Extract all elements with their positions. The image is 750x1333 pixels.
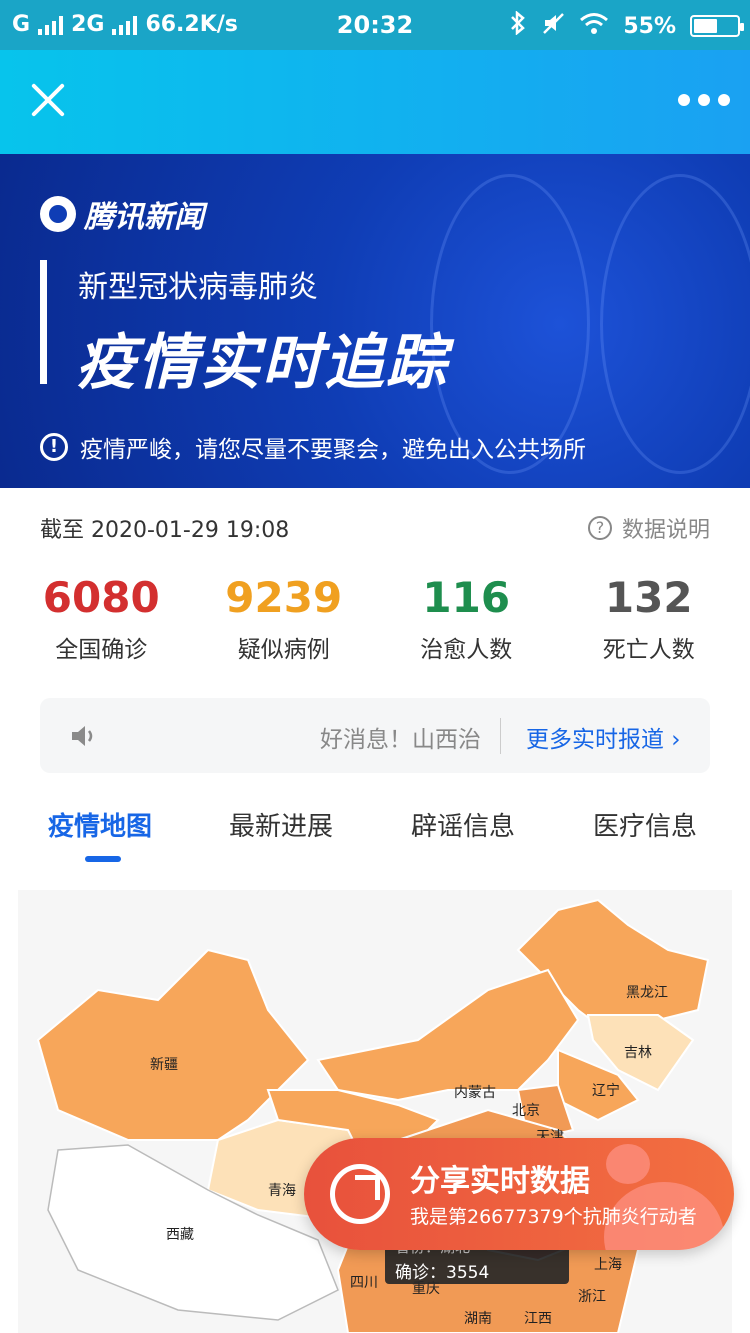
close-icon[interactable] bbox=[28, 80, 68, 120]
region-xinjiang bbox=[36, 948, 310, 1141]
banner-subtitle: 新型冠状病毒肺炎 bbox=[78, 270, 318, 305]
province-label[interactable]: 黑龙江 bbox=[626, 982, 668, 1002]
data-explanation-link[interactable]: ? 数据说明 bbox=[587, 512, 710, 544]
stat-value: 116 bbox=[422, 573, 511, 622]
share-data-button[interactable]: 分享实时数据 我是第26677379个抗肺炎行动者 bbox=[304, 1138, 734, 1250]
stat-value: 132 bbox=[604, 573, 693, 622]
stats-row: 6080 全国确诊 9239 疑似病例 116 治愈人数 132 死亡人数 bbox=[10, 574, 740, 664]
share-title: 分享实时数据 bbox=[410, 1164, 590, 1199]
province-label[interactable]: 北京 bbox=[512, 1100, 540, 1120]
logo-text: 腾讯新闻 bbox=[84, 200, 204, 235]
china-map-shapes bbox=[36, 898, 710, 1333]
battery-fill bbox=[694, 19, 718, 33]
data-explanation-label: 数据说明 bbox=[621, 518, 710, 543]
tencent-news-logo: 腾讯新闻 bbox=[40, 192, 204, 236]
share-subtitle: 我是第26677379个抗肺炎行动者 bbox=[410, 1206, 697, 1228]
tab-medical-info[interactable]: 医疗信息 bbox=[593, 806, 697, 843]
active-tab-indicator bbox=[85, 856, 121, 862]
tab-rumor-refutation[interactable]: 辟谣信息 bbox=[411, 806, 515, 843]
stat-suspected: 9239 疑似病例 bbox=[193, 574, 376, 664]
province-label[interactable]: 上海 bbox=[594, 1254, 622, 1274]
data-timestamp: 截至 2020-01-29 19:08 bbox=[40, 518, 290, 543]
warning-text: 疫情严峻，请您尽量不要聚会，避免出入公共场所 bbox=[80, 437, 586, 463]
province-label[interactable]: 辽宁 bbox=[592, 1080, 620, 1100]
battery-percent: 55% bbox=[623, 13, 676, 39]
hero-banner: 腾讯新闻 新型冠状病毒肺炎 疫情实时追踪 ! 疫情严峻，请您尽量不要聚会，避免出… bbox=[0, 154, 750, 488]
heart-decoration-small bbox=[606, 1144, 650, 1184]
share-icon bbox=[330, 1164, 390, 1224]
news-headline[interactable]: 好消息！山西治 bbox=[320, 720, 500, 754]
province-label[interactable]: 内蒙古 bbox=[454, 1082, 496, 1102]
tab-epidemic-map[interactable]: 疫情地图 bbox=[48, 806, 152, 843]
province-label[interactable]: 湖南 bbox=[464, 1308, 492, 1328]
battery-icon bbox=[690, 15, 744, 37]
exclamation-icon: ! bbox=[40, 433, 68, 461]
status-bar: G 2G 66.2K/s 20:32 55% bbox=[0, 0, 750, 50]
stat-label: 疑似病例 bbox=[237, 637, 330, 663]
tab-latest-progress[interactable]: 最新进展 bbox=[229, 806, 333, 843]
lung-left-decoration bbox=[430, 174, 590, 474]
bluetooth-icon bbox=[509, 10, 527, 41]
stat-deaths: 132 死亡人数 bbox=[558, 574, 741, 664]
province-label[interactable]: 江西 bbox=[524, 1308, 552, 1328]
more-news-link[interactable]: 更多实时报道 › bbox=[526, 720, 681, 754]
banner-title: 疫情实时追踪 bbox=[76, 328, 448, 398]
mute-icon bbox=[541, 11, 565, 41]
province-label[interactable]: 吉林 bbox=[624, 1042, 652, 1062]
province-label[interactable]: 西藏 bbox=[166, 1224, 194, 1244]
warning-notice: ! 疫情严峻，请您尽量不要聚会，避免出入公共场所 bbox=[40, 430, 586, 464]
epidemic-map[interactable]: 黑龙江 吉林 辽宁 内蒙古 北京 天津 新疆 青海 西藏 四川 重庆 湖南 江西… bbox=[18, 890, 732, 1333]
province-label[interactable]: 新疆 bbox=[150, 1054, 178, 1074]
lung-right-decoration bbox=[600, 174, 750, 474]
ticker-divider bbox=[500, 718, 501, 754]
province-label[interactable]: 青海 bbox=[268, 1180, 296, 1200]
speaker-icon bbox=[70, 724, 98, 748]
stat-confirmed: 6080 全国确诊 bbox=[10, 574, 193, 664]
stat-label: 死亡人数 bbox=[602, 637, 695, 663]
region-inner-mongolia bbox=[316, 968, 580, 1102]
stat-label: 治愈人数 bbox=[420, 637, 513, 663]
title-accent-bar bbox=[40, 260, 47, 384]
stat-cured: 116 治愈人数 bbox=[375, 574, 558, 664]
province-label[interactable]: 浙江 bbox=[578, 1286, 606, 1306]
app-bar bbox=[0, 50, 750, 154]
status-right: 55% bbox=[509, 10, 744, 41]
stat-label: 全国确诊 bbox=[55, 637, 148, 663]
province-label[interactable]: 四川 bbox=[350, 1272, 378, 1292]
more-options-icon[interactable] bbox=[678, 94, 730, 106]
stat-value: 9239 bbox=[225, 573, 343, 622]
news-ticker[interactable]: 好消息！山西治 更多实时报道 › bbox=[40, 698, 710, 773]
logo-icon bbox=[40, 196, 76, 232]
wifi-icon bbox=[579, 11, 609, 41]
stat-value: 6080 bbox=[42, 573, 160, 622]
tooltip-confirmed: 确诊：3554 bbox=[395, 1263, 490, 1283]
question-icon: ? bbox=[587, 516, 612, 540]
